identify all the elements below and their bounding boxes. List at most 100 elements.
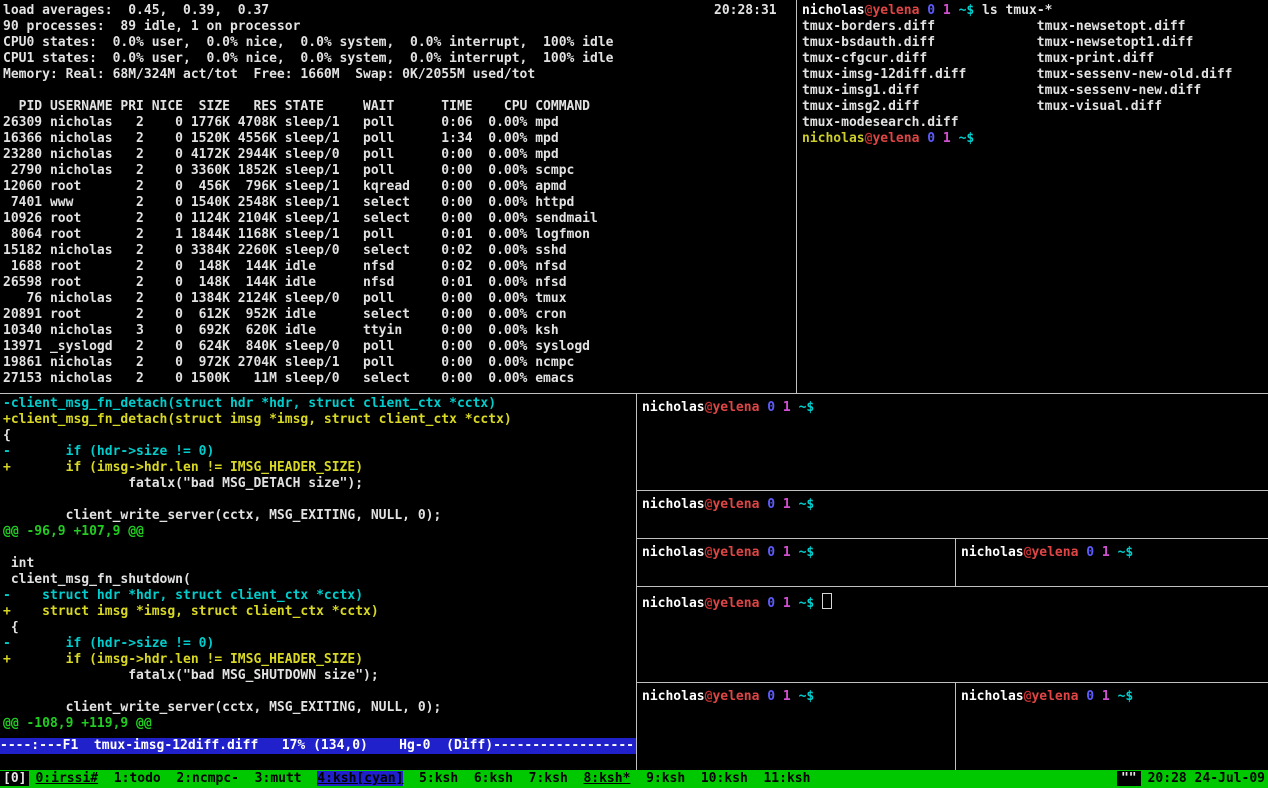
terminal-cursor: [822, 593, 832, 609]
pane-shell-5-active[interactable]: nicholas@yelena 0 1 ~$: [637, 587, 1268, 688]
window-tab-11[interactable]: 11:ksh: [763, 771, 810, 786]
pane-shell-4[interactable]: nicholas@yelena 0 1 ~$: [956, 539, 1268, 592]
prompt-segment: 0: [927, 131, 935, 146]
prompt-segment: ~$: [1118, 689, 1141, 704]
window-list: 0:irssi# 1:todo 2:ncmpc- 3:mutt 4:ksh[cy…: [35, 771, 810, 786]
prompt-segment: 0: [767, 400, 775, 415]
session-name: [0]: [0, 771, 29, 786]
prompt-segment: [935, 131, 943, 146]
prompt-segment: [791, 596, 799, 611]
pane-title: "": [1117, 771, 1141, 786]
prompt-segment: yelena: [1031, 545, 1078, 560]
prompt-segment: [1110, 689, 1118, 704]
prompt-segment: 0: [767, 596, 775, 611]
diff-line: [3, 684, 639, 700]
diff-line: fatalx("bad MSG_DETACH size");: [3, 476, 639, 492]
prompt-segment: yelena: [872, 131, 919, 146]
pane-top-monitor[interactable]: load averages: 0.45, 0.39, 0.3720:28:31 …: [0, 0, 799, 396]
modeline-prefix: ----:---F1: [0, 738, 94, 753]
pane-emacs-diff[interactable]: -client_msg_fn_detach(struct hdr *hdr, s…: [0, 394, 639, 772]
diff-line: - if (hdr->size != 0): [3, 444, 639, 460]
window-tab-6[interactable]: 6:ksh: [474, 771, 513, 786]
prompt-segment: ~$: [1118, 545, 1141, 560]
status-bar: [0] 0:irssi# 1:todo 2:ncmpc- 3:mutt 4:ksh…: [0, 770, 1268, 788]
prompt-segment: yelena: [712, 400, 759, 415]
shell-prompt: nicholas@yelena 0 1 ~$: [642, 689, 822, 704]
prompt-segment: 1: [783, 497, 791, 512]
prompt-segment: 1: [943, 131, 951, 146]
window-tab-1[interactable]: 1:todo: [114, 771, 161, 786]
window-tab-10[interactable]: 10:ksh: [701, 771, 748, 786]
prompt-segment: [1094, 689, 1102, 704]
prompt-segment: 0: [767, 689, 775, 704]
diff-line: {: [3, 428, 639, 444]
pane-shell-7[interactable]: nicholas@yelena 0 1 ~$: [956, 683, 1268, 776]
prompt-segment: ~$: [799, 689, 822, 704]
prompt-segment: yelena: [712, 545, 759, 560]
top-clock: 20:28:31: [714, 3, 777, 19]
pane-shell-6[interactable]: nicholas@yelena 0 1 ~$: [637, 683, 960, 776]
window-tab-0[interactable]: 0:irssi#: [35, 771, 98, 786]
load-averages: load averages: 0.45, 0.39, 0.37: [3, 3, 269, 18]
prompt-segment: 0: [767, 545, 775, 560]
prompt-segment: yelena: [712, 497, 759, 512]
prompt-segment: [775, 545, 783, 560]
modeline-filename: tmux-imsg-12diff.diff: [94, 738, 258, 753]
window-tab-2[interactable]: 2:ncmpc-: [176, 771, 239, 786]
prompt-segment: 0: [927, 3, 935, 18]
pane-border-vertical-bottom: [636, 394, 637, 770]
prompt-segment: yelena: [712, 596, 759, 611]
pane-border-split-3: [955, 539, 956, 586]
window-tab-9[interactable]: 9:ksh: [646, 771, 685, 786]
prompt-segment: nicholas: [642, 545, 705, 560]
window-tab-4[interactable]: 4:ksh[cyan]: [317, 771, 403, 786]
diff-line: fatalx("bad MSG_SHUTDOWN size");: [3, 668, 639, 684]
tmux-terminal: load averages: 0.45, 0.39, 0.3720:28:31 …: [0, 0, 1268, 788]
window-tab-5[interactable]: 5:ksh: [419, 771, 458, 786]
prompt-segment: 1: [943, 3, 951, 18]
pane-shell-ls[interactable]: nicholas@yelena 0 1 ~$ ls tmux-* tmux-bo…: [797, 0, 1268, 396]
prompt-segment: [791, 497, 799, 512]
prompt-segment: ~$: [959, 3, 982, 18]
diff-line: client_msg_fn_shutdown(: [3, 572, 639, 588]
diff-line: + if (imsg->hdr.len != IMSG_HEADER_SIZE): [3, 652, 639, 668]
pane-border-vertical-top: [796, 0, 797, 393]
prompt-segment: 1: [783, 596, 791, 611]
shell-prompt: nicholas@yelena 0 1 ~$: [642, 596, 822, 611]
prompt-segment: ~$: [959, 131, 982, 146]
prompt-segment: nicholas: [961, 545, 1024, 560]
diff-line: int: [3, 556, 639, 572]
prompt-segment: [1094, 545, 1102, 560]
window-tab-7[interactable]: 7:ksh: [529, 771, 568, 786]
window-tab-3[interactable]: 3:mutt: [255, 771, 302, 786]
prompt-segment: 1: [783, 545, 791, 560]
prompt-segment: [791, 400, 799, 415]
prompt-segment: [1110, 545, 1118, 560]
window-tab-8[interactable]: 8:ksh*: [583, 771, 630, 786]
prompt-segment: 0: [1086, 545, 1094, 560]
diff-line: client_write_server(cctx, MSG_EXITING, N…: [3, 700, 639, 716]
pane-border-horizontal-middle: [0, 393, 1268, 394]
pane-shell-3[interactable]: nicholas@yelena 0 1 ~$: [637, 539, 960, 592]
pane-border-right-3: [637, 586, 1268, 587]
status-clock: 20:28 24-Jul-09: [1148, 771, 1265, 786]
pane-shell-1[interactable]: nicholas@yelena 0 1 ~$: [637, 394, 1268, 496]
shell-prompt: nicholas@yelena 0 1 ~$: [802, 3, 982, 18]
pane-shell-2[interactable]: nicholas@yelena 0 1 ~$: [637, 491, 1268, 544]
prompt-segment: nicholas: [642, 400, 705, 415]
prompt-segment: [935, 3, 943, 18]
diff-line: @@ -96,9 +107,9 @@: [3, 524, 639, 540]
prompt-segment: ~$: [799, 596, 822, 611]
diff-content: -client_msg_fn_detach(struct hdr *hdr, s…: [3, 396, 639, 732]
diff-line: +client_msg_fn_detach(struct imsg *imsg,…: [3, 412, 639, 428]
shell-prompt: nicholas@yelena 0 1 ~$: [802, 131, 982, 146]
diff-line: + struct imsg *imsg, struct client_ctx *…: [3, 604, 639, 620]
status-right: "" 20:28 24-Jul-09: [1117, 770, 1265, 788]
prompt-segment: yelena: [1031, 689, 1078, 704]
top-summary: 90 processes: 89 idle, 1 on processor CP…: [3, 19, 799, 83]
prompt-segment: yelena: [712, 689, 759, 704]
prompt-segment: ~$: [799, 400, 822, 415]
pane-border-right-4: [637, 682, 1268, 683]
prompt-segment: nicholas: [642, 497, 705, 512]
modeline-status: 17% (134,0) Hg-0 (Diff)-----------------…: [258, 738, 634, 753]
